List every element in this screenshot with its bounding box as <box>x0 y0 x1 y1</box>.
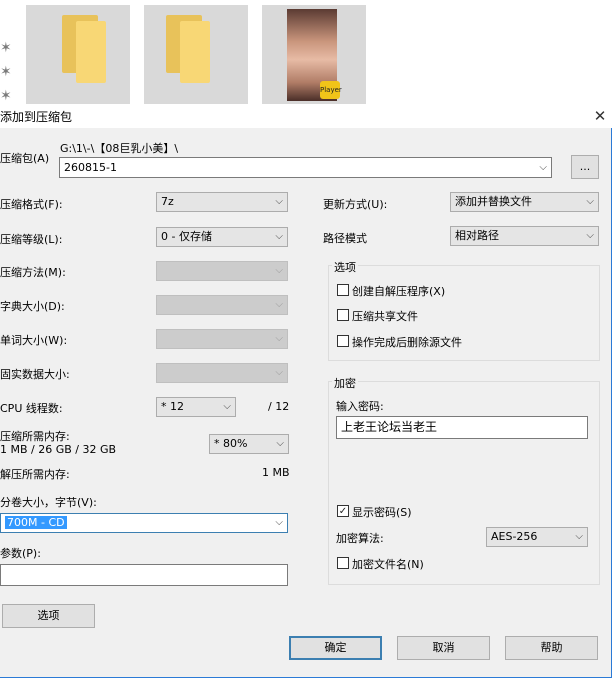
solid-label: 固实数据大小: <box>0 368 70 381</box>
volume-combo[interactable]: 700M - CD ⌵ <box>0 513 288 533</box>
chevron-down-icon: ⌵ <box>275 231 283 242</box>
dialog-title: 添加到压缩包 <box>0 110 73 124</box>
update-label: 更新方式(U): <box>323 198 388 211</box>
encrypt-group-title: 加密 <box>332 375 358 391</box>
cancel-button[interactable]: 取消 <box>397 636 490 660</box>
dict-label: 字典大小(D): <box>0 300 65 313</box>
star-icon: ✶ <box>0 64 12 80</box>
level-select[interactable]: 0 - 仅存储 ⌵ <box>156 227 288 247</box>
archive-name-value: 260815-1 <box>64 161 117 174</box>
chevron-down-icon: ⌵ <box>586 230 594 241</box>
archive-path: G:\1\-\【08巨乳小美】\ <box>60 142 179 155</box>
level-value: 0 - 仅存储 <box>161 230 212 243</box>
level-label: 压缩等级(L): <box>0 233 63 246</box>
video-tile[interactable]: Player <box>262 5 366 104</box>
path-mode-value: 相对路径 <box>455 229 499 242</box>
threads-label: CPU 线程数: <box>0 402 63 415</box>
format-value: 7z <box>161 195 174 208</box>
archive-name-combo[interactable]: 260815-1 ⌵ <box>59 157 552 178</box>
chevron-down-icon: ⌵ <box>575 531 583 542</box>
player-badge-icon: Player <box>320 81 342 99</box>
password-input[interactable]: 上老王论坛当老王 <box>336 416 588 439</box>
title-bar <box>0 104 613 128</box>
path-mode-label: 路径模式 <box>323 232 367 245</box>
chevron-down-icon: ⌵ <box>223 401 231 412</box>
method-select: ⌵ <box>156 261 288 281</box>
mem-compress-label: 压缩所需内存: <box>0 430 70 443</box>
options-button[interactable]: 选项 <box>2 604 95 628</box>
chevron-down-icon[interactable]: ⌵ <box>539 158 547 177</box>
chevron-down-icon: ⌵ <box>275 333 283 344</box>
method-label: 压缩方法(M): <box>0 266 66 279</box>
path-mode-select[interactable]: 相对路径 ⌵ <box>450 226 599 246</box>
chevron-down-icon: ⌵ <box>586 196 594 207</box>
volume-label: 分卷大小，字节(V): <box>0 496 97 509</box>
chevron-down-icon: ⌵ <box>275 196 283 207</box>
ok-button[interactable]: 确定 <box>289 636 382 660</box>
options-group-title: 选项 <box>332 259 358 275</box>
star-icon: ✶ <box>0 88 12 104</box>
mem-decompress-label: 解压所需内存: <box>0 468 70 481</box>
format-select[interactable]: 7z ⌵ <box>156 192 288 212</box>
checkbox-icon[interactable] <box>337 309 349 321</box>
password-label: 输入密码: <box>336 400 384 413</box>
show-password-label: 显示密码(S) <box>352 506 412 519</box>
enc-method-label: 加密算法: <box>336 532 384 545</box>
dict-select: ⌵ <box>156 295 288 315</box>
chevron-down-icon: ⌵ <box>275 299 283 310</box>
browse-button[interactable]: ... <box>571 155 599 179</box>
params-label: 参数(P): <box>0 547 41 560</box>
threads-total: / 12 <box>268 400 290 413</box>
chevron-down-icon[interactable]: ⌵ <box>275 514 283 532</box>
mem-decompress-value: 1 MB <box>262 466 290 479</box>
volume-value: 700M - CD <box>5 516 67 529</box>
chevron-down-icon: ⌵ <box>275 265 283 276</box>
checkbox-icon[interactable]: ✓ <box>337 505 349 517</box>
threads-value: * 12 <box>161 400 184 413</box>
folder-icon-front <box>76 21 106 83</box>
folder-tile[interactable] <box>26 5 130 104</box>
close-icon[interactable]: ✕ <box>588 104 612 128</box>
opt-delete-label: 操作完成后删除源文件 <box>352 336 462 349</box>
format-label: 压缩格式(F): <box>0 198 63 211</box>
opt-shared-label: 压缩共享文件 <box>352 310 418 323</box>
threads-select[interactable]: * 12 ⌵ <box>156 397 236 417</box>
help-button[interactable]: 帮助 <box>505 636 598 660</box>
mem-compress-detail: 1 MB / 26 GB / 32 GB <box>0 443 117 456</box>
params-input[interactable] <box>0 564 288 586</box>
checkbox-icon[interactable] <box>337 284 349 296</box>
checkbox-icon[interactable] <box>337 557 349 569</box>
enc-method-value: AES-256 <box>491 530 538 543</box>
archive-label: 压缩包(A) <box>0 152 50 165</box>
opt-sfx-label: 创建自解压程序(X) <box>352 285 446 298</box>
mem-percent-value: * 80% <box>214 437 248 450</box>
folder-tile[interactable] <box>144 5 248 104</box>
chevron-down-icon: ⌵ <box>275 367 283 378</box>
folder-icon-front <box>180 21 210 83</box>
enc-method-select[interactable]: AES-256 ⌵ <box>486 527 588 547</box>
checkbox-icon[interactable] <box>337 335 349 347</box>
mem-percent-select[interactable]: * 80% ⌵ <box>209 434 289 454</box>
word-label: 单词大小(W): <box>0 334 68 347</box>
solid-select: ⌵ <box>156 363 288 383</box>
update-select[interactable]: 添加并替换文件 ⌵ <box>450 192 599 212</box>
star-icon: ✶ <box>0 40 12 56</box>
word-select: ⌵ <box>156 329 288 349</box>
encrypt-names-label: 加密文件名(N) <box>352 558 424 571</box>
update-value: 添加并替换文件 <box>455 195 532 208</box>
chevron-down-icon: ⌵ <box>276 438 284 449</box>
